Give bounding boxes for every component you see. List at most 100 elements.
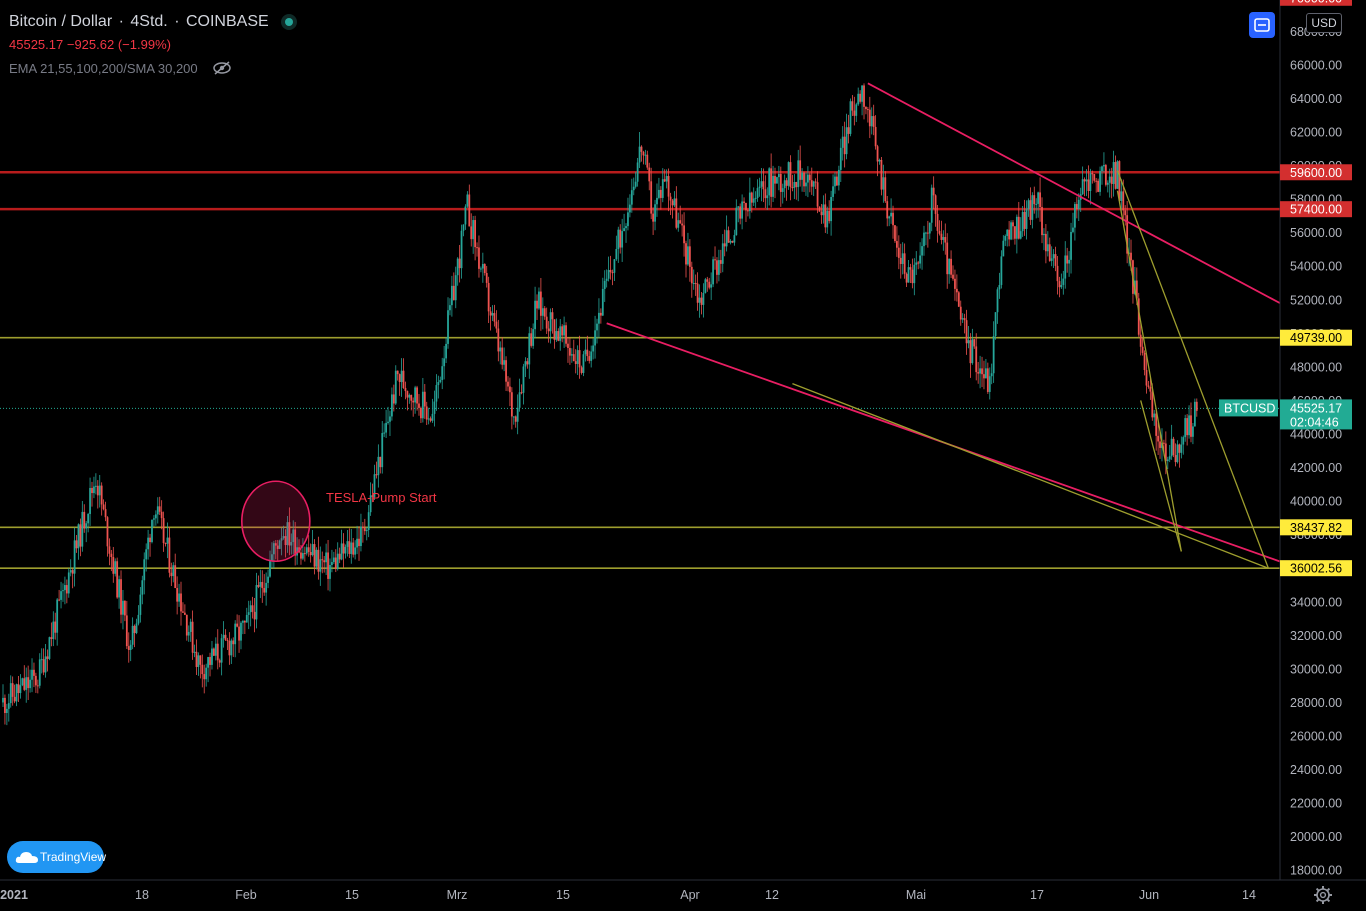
candle-body [615, 248, 618, 260]
symbol-title[interactable]: Bitcoin / Dollar · 4Std. · COINBASE [9, 13, 295, 31]
candle-body [1172, 438, 1175, 456]
candle-body [48, 637, 51, 659]
candle-body [859, 93, 862, 102]
candle-body [472, 220, 475, 240]
candle-body [567, 343, 569, 348]
candle-body [418, 403, 420, 408]
candle-body [220, 638, 223, 663]
candle-body [896, 241, 898, 248]
candle-body [158, 506, 161, 512]
candle-body [100, 485, 103, 505]
fullscreen-button[interactable] [1249, 12, 1275, 38]
candle-body [1029, 200, 1032, 220]
candle-body [238, 626, 240, 641]
candle-body [923, 232, 925, 247]
candle-body [46, 656, 49, 659]
candle-body [863, 85, 865, 107]
currency-badge[interactable]: USD [1306, 13, 1342, 33]
candle-body [1163, 442, 1165, 444]
candle-body [437, 382, 440, 386]
candle-body [15, 684, 18, 702]
candle-body [536, 300, 538, 309]
candle-body [346, 541, 349, 547]
candle-body [166, 537, 169, 544]
price-tag: 38437.82 [1280, 519, 1352, 536]
candle-body [327, 552, 329, 579]
candle-body [586, 349, 589, 357]
tesla-label: TESLA-Pump Start [326, 490, 437, 505]
candle-body [334, 557, 337, 570]
trendline [1140, 400, 1182, 552]
candle-body [673, 198, 676, 206]
candle-body [485, 273, 488, 283]
candle-body [690, 266, 693, 284]
candle-body [1019, 231, 1022, 239]
candle-body [729, 240, 732, 243]
candle-body [36, 685, 39, 687]
candle-body [50, 637, 53, 639]
candle-body [1035, 203, 1038, 205]
candle-body [1054, 254, 1057, 266]
candle-body [812, 181, 815, 187]
candle-body [1122, 191, 1125, 211]
x-tick-label: 2021 [0, 888, 28, 902]
hide-eye-icon[interactable] [213, 61, 232, 78]
candle-body [2, 697, 4, 703]
x-tick-label: Apr [680, 888, 699, 902]
candle-body [1056, 265, 1059, 282]
candle-body [781, 188, 784, 192]
candle-body [522, 366, 525, 393]
candle-body [4, 697, 6, 714]
candle-body [545, 316, 548, 329]
candle-body [474, 220, 477, 248]
candle-body [358, 538, 360, 547]
settings-gear-icon[interactable] [1313, 885, 1333, 910]
candle-body [890, 212, 892, 217]
candle-body [1081, 179, 1084, 195]
candle-body [909, 267, 912, 270]
candle-body [942, 237, 945, 240]
candle-body [443, 358, 446, 367]
candle-body [598, 312, 600, 324]
candle-body [965, 320, 968, 344]
candle-body [222, 634, 225, 639]
candle-body [400, 370, 403, 383]
candle-body [460, 230, 463, 269]
candle-body [979, 368, 981, 374]
candle-body [31, 669, 33, 680]
candle-body [332, 557, 335, 563]
candle-body [153, 518, 155, 520]
y-tick-label: 34000.00 [1290, 595, 1342, 609]
tradingview-logo[interactable]: TradingView [7, 841, 106, 873]
candle-body [638, 146, 641, 163]
indicator-legend[interactable]: EMA 21,55,100,200/SMA 30,200 [9, 61, 232, 78]
candle-body [1103, 165, 1105, 167]
candle-body [1002, 240, 1005, 257]
candle-body [1182, 437, 1185, 445]
x-tick-label: Jun [1139, 888, 1159, 902]
candle-body [1149, 386, 1152, 392]
candle-body [698, 297, 701, 303]
candle-body [83, 511, 86, 529]
candle-body [1145, 370, 1148, 386]
chart-canvas[interactable]: TESLA-Pump Start 18000.00 20000.00 22000.0… [0, 0, 1366, 911]
candle-body [1168, 456, 1171, 460]
candle-body [251, 605, 254, 612]
candle-body [1141, 346, 1144, 353]
candle-body [228, 640, 231, 656]
candle-body [154, 514, 157, 519]
candle-body [69, 570, 72, 573]
candle-body [828, 210, 831, 222]
candle-body [1058, 281, 1061, 288]
candles [2, 83, 1198, 726]
candle-body [1159, 441, 1161, 448]
candle-body [348, 541, 351, 554]
candle-body [977, 372, 980, 374]
candle-body [1192, 426, 1194, 437]
candle-body [814, 181, 817, 183]
candle-body [1114, 162, 1117, 189]
candle-body [992, 335, 995, 374]
candle-body [5, 708, 8, 714]
candle-body [963, 318, 966, 321]
candle-body [336, 553, 339, 570]
